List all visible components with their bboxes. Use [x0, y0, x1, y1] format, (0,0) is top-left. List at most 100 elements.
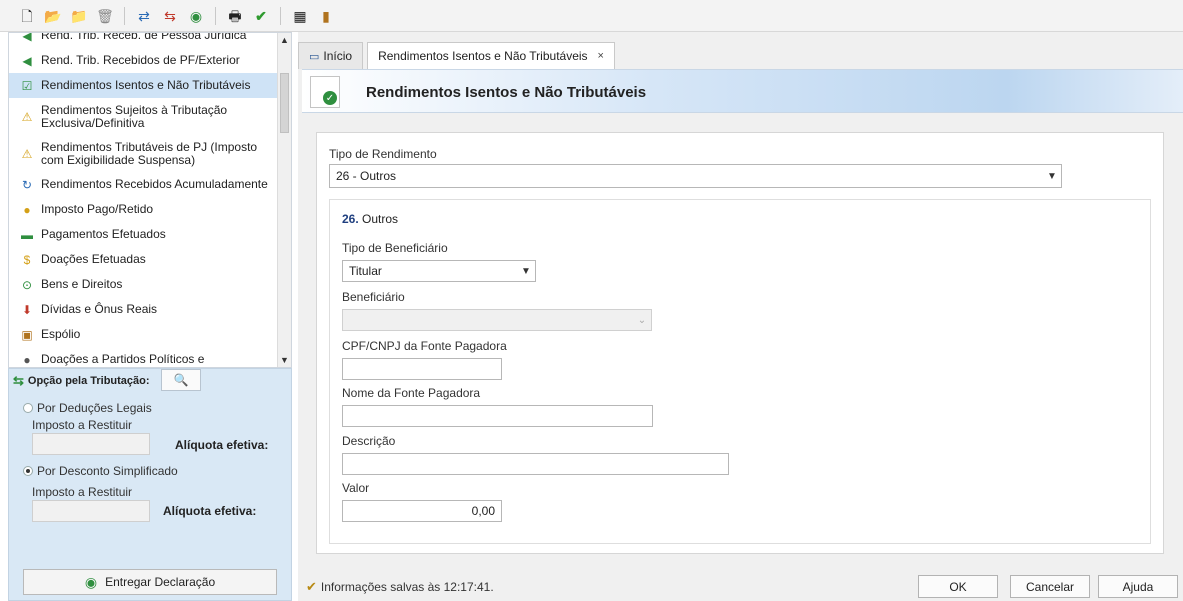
scroll-up-icon[interactable]: ▲ — [278, 33, 291, 47]
new-file-icon[interactable]: 🗋 — [18, 7, 36, 25]
entregar-declaracao-button[interactable]: ◉ Entregar Declaração — [23, 569, 277, 595]
tab-bar: ▭ Início Rendimentos Isentos e Não Tribu… — [298, 42, 619, 69]
export-icon[interactable]: ⇆ — [161, 7, 179, 25]
section-title: 26. Outros — [342, 212, 398, 226]
nome-fonte-label: Nome da Fonte Pagadora — [342, 386, 481, 400]
chevron-down-icon: ⌄ — [637, 314, 647, 326]
open-folder-icon[interactable]: 📂 — [44, 7, 62, 25]
folder-icon[interactable]: 📁 — [70, 7, 88, 25]
tab-label: Rendimentos Isentos e Não Tributáveis — [378, 49, 588, 63]
trash-icon[interactable]: 🗑 — [96, 7, 114, 25]
saved-check-icon: ✔ — [306, 579, 317, 594]
sidebar-item-rend-exigibilidade[interactable]: ⚠ Rendimentos Tributáveis de PJ (Imposto… — [9, 135, 279, 172]
tipo-beneficiario-select[interactable]: Titular ▼ — [342, 260, 536, 282]
search-icon: 🔍 — [173, 373, 189, 387]
chevron-down-icon[interactable]: ▼ — [1043, 165, 1061, 187]
tab-inicio[interactable]: ▭ Início — [298, 42, 364, 69]
import-icon[interactable]: ⇄ — [135, 7, 153, 25]
sidebar-item-label: Dívidas e Ônus Reais — [41, 302, 158, 316]
calculator-icon[interactable]: ▦ — [291, 7, 309, 25]
imposto-restituir-label-2: Imposto a Restituir — [32, 485, 133, 499]
home-icon: ▭ — [309, 50, 320, 63]
descricao-label: Descrição — [342, 434, 396, 448]
sidebar-item-label: Doações Efetuadas — [41, 252, 146, 266]
cancel-button[interactable]: Cancelar — [1010, 575, 1090, 598]
tipo-beneficiario-value: Titular — [349, 264, 382, 278]
status-info: ✔ Informações salvas às 12:17:41. — [306, 579, 494, 595]
tipo-rendimento-value: 26 - Outros — [336, 169, 397, 183]
valor-field[interactable]: 0,00 — [342, 500, 502, 522]
scroll-down-icon[interactable]: ▼ — [278, 353, 291, 367]
money-arrow-icon: ◀ — [22, 32, 32, 43]
sidebar-item-dividas[interactable]: ⬇ Dívidas e Ônus Reais — [9, 297, 279, 322]
sidebar-item-rend-isentos[interactable]: ☑ Rendimentos Isentos e Não Tributáveis — [9, 73, 279, 98]
form-panel: Tipo de Rendimento 26 - Outros ▼ 26. Out… — [316, 132, 1164, 554]
tab-label: Início — [323, 49, 353, 63]
book-icon[interactable]: ▮ — [317, 7, 335, 25]
money-warning-icon: ⚠ — [21, 146, 33, 161]
toolbar-separator — [280, 6, 281, 25]
sidebar-item-label: Rendimentos Tributáveis de PJ (Imposto c… — [41, 139, 258, 167]
sidebar-item-rend-trib-pj[interactable]: ◀ Rend. Trib. Receb. de Pessoa Jurídica — [9, 32, 279, 48]
tipo-rendimento-select[interactable]: 26 - Outros ▼ — [329, 164, 1062, 188]
donation-icon: $ — [23, 252, 31, 267]
arrows-icon: ⇆ — [13, 373, 24, 388]
document-refresh-icon: ↻ — [21, 177, 33, 192]
print-icon[interactable]: 🖶 — [226, 7, 244, 25]
scroll-thumb[interactable] — [280, 73, 289, 133]
sidebar-item-label: Bens e Direitos — [41, 277, 123, 291]
sidebar-nav: ◀ Rend. Trib. Receb. de Pessoa Jurídica … — [8, 32, 292, 368]
page-header: ✓ Rendimentos Isentos e Não Tributáveis — [302, 69, 1183, 113]
ok-button[interactable]: OK — [918, 575, 998, 598]
sidebar-item-rend-trib-pf[interactable]: ◀ Rend. Trib. Recebidos de PF/Exterior — [9, 48, 279, 73]
radio-desconto-simplificado-label: Por Desconto Simplificado — [37, 464, 178, 478]
transmit-icon[interactable]: ◉ — [187, 7, 205, 25]
entregar-declaracao-label: Entregar Declaração — [105, 575, 216, 589]
sidebar-item-doacoes-partidos[interactable]: ● Doações a Partidos Políticos e — [9, 347, 279, 367]
status-bar: ✔ Informações salvas às 12:17:41. OK Can… — [298, 572, 1183, 601]
sidebar-item-imposto-pago[interactable]: ● Imposto Pago/Retido — [9, 197, 279, 222]
sidebar-item-label: Rendimentos Isentos e Não Tributáveis — [41, 78, 251, 92]
document-warning-icon: ⚠ — [21, 109, 33, 124]
check-icon[interactable]: ✔ — [252, 7, 270, 25]
toolbar-separator — [124, 6, 125, 25]
sidebar-item-bens[interactable]: ⊙ Bens e Direitos — [9, 272, 279, 297]
sidebar-item-pagamentos[interactable]: ▬ Pagamentos Efetuados — [9, 222, 279, 247]
descricao-field[interactable] — [342, 453, 729, 475]
coin-hand-icon: ● — [23, 202, 31, 217]
sidebar-item-label: Imposto Pago/Retido — [41, 202, 154, 216]
close-icon[interactable]: × — [598, 50, 604, 62]
help-button[interactable]: Ajuda — [1098, 575, 1178, 598]
radio-deducoes-legais-label: Por Deduções Legais — [37, 401, 152, 415]
main-area: ▭ Início Rendimentos Isentos e Não Tribu… — [298, 32, 1183, 601]
rendimento-detail-panel: 26. Outros Tipo de Beneficiário Titular … — [329, 199, 1151, 544]
tab-rendimentos-isentos[interactable]: Rendimentos Isentos e Não Tributáveis × — [367, 42, 615, 69]
imposto-restituir-label-1: Imposto a Restituir — [32, 418, 133, 432]
imposto-restituir-field-1 — [32, 433, 150, 455]
sidebar-item-rend-exclusiva[interactable]: ⚠ Rendimentos Sujeitos à Tributação Excl… — [9, 98, 279, 135]
sidebar-item-espolio[interactable]: ▣ Espólio — [9, 322, 279, 347]
radio-deducoes-legais-circle[interactable] — [23, 403, 33, 413]
search-button[interactable]: 🔍 — [161, 369, 201, 391]
toolbar-separator — [215, 6, 216, 25]
chevron-down-icon[interactable]: ▼ — [517, 261, 535, 281]
tributacao-title: ⇆ Opção pela Tributação: — [13, 371, 150, 391]
sidebar-item-label: Rend. Trib. Recebidos de PF/Exterior — [41, 53, 240, 67]
section-name: Outros — [362, 212, 399, 226]
beneficiario-select: ⌄ — [342, 309, 652, 331]
section-number: 26. — [342, 212, 359, 226]
sidebar-scrollbar[interactable]: ▲ ▼ — [277, 33, 291, 367]
tipo-rendimento-label: Tipo de Rendimento — [329, 147, 437, 161]
radio-deducoes-legais[interactable]: Por Deduções Legais — [23, 401, 152, 415]
transmit-icon: ◉ — [84, 573, 98, 590]
radio-desconto-simplificado-circle[interactable] — [23, 466, 33, 476]
nome-fonte-field[interactable] — [342, 405, 653, 427]
page-title: Rendimentos Isentos e Não Tributáveis — [366, 84, 647, 101]
document-check-icon: ✓ — [310, 76, 340, 108]
cpf-cnpj-field[interactable] — [342, 358, 502, 380]
card-icon: ▬ — [21, 227, 33, 242]
sidebar-item-rend-acumulados[interactable]: ↻ Rendimentos Recebidos Acumuladamente — [9, 172, 279, 197]
valor-label: Valor — [342, 481, 370, 495]
radio-desconto-simplificado[interactable]: Por Desconto Simplificado — [23, 464, 178, 478]
sidebar-item-doacoes[interactable]: $ Doações Efetuadas — [9, 247, 279, 272]
